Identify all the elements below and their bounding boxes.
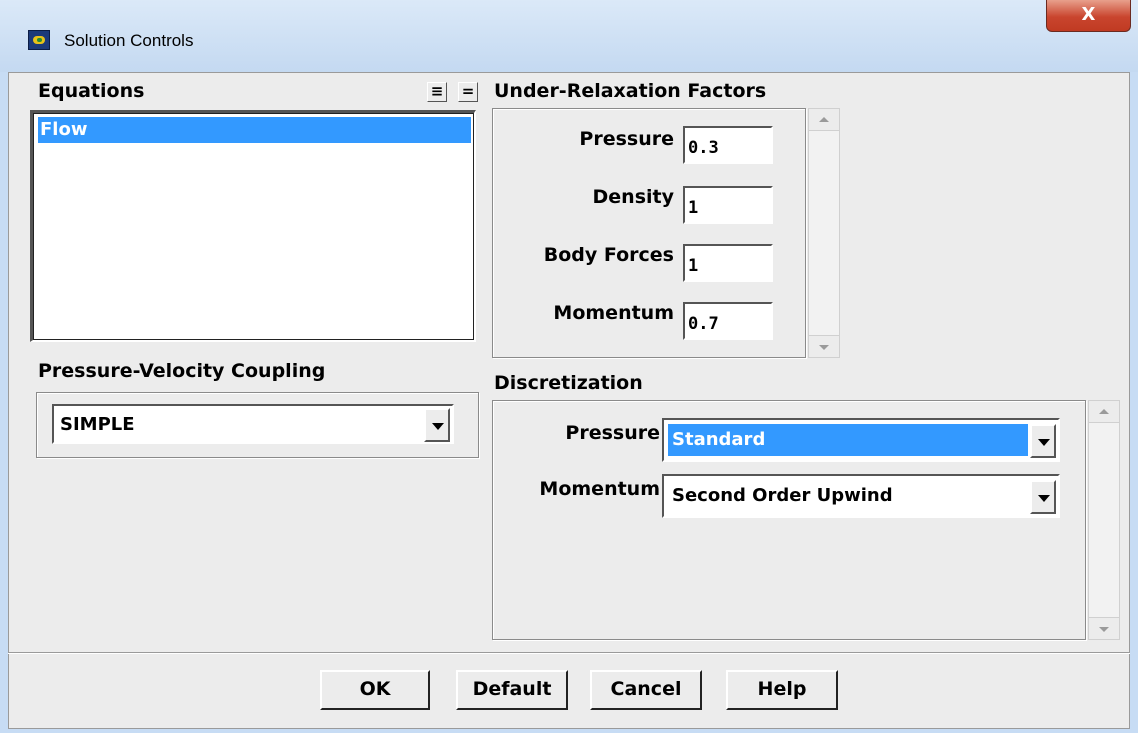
chevron-down-icon[interactable] [1030,424,1056,458]
app-logo-icon [28,30,50,50]
disc-momentum-label: Momentum [539,478,660,500]
window-title: Solution Controls [64,31,194,50]
disc-pressure-select[interactable]: Standard [662,418,1060,462]
equations-list-border: Flow [33,113,474,340]
coupling-select[interactable]: SIMPLE [52,404,454,444]
discretization-scrollbar[interactable] [1088,400,1120,640]
equations-list[interactable]: Flow [30,110,476,342]
ok-button[interactable]: OK [320,670,430,710]
equations-label: Equations [38,80,145,102]
scroll-up-icon[interactable] [809,109,839,131]
disc-pressure-label: Pressure [565,422,660,444]
close-button[interactable]: X [1046,0,1131,32]
relax-body-forces-label: Body Forces [543,244,674,266]
list-item-flow[interactable]: Flow [38,117,471,143]
select-all-button[interactable]: ≡ [427,82,447,102]
relax-density-input[interactable]: 1 [683,186,773,224]
relax-pressure-label: Pressure [579,128,674,150]
scroll-down-icon[interactable] [809,335,839,357]
relax-density-label: Density [592,186,674,208]
disc-momentum-select[interactable]: Second Order Upwind [662,474,1060,518]
coupling-label: Pressure-Velocity Coupling [38,360,326,382]
relaxation-label: Under-Relaxation Factors [494,80,767,102]
dialog-window: Solution Controls X Equations ≡ = Flow P… [0,0,1138,733]
title-bar[interactable]: Solution Controls X [0,0,1138,72]
disc-momentum-selected-value: Second Order Upwind [672,485,893,506]
chevron-down-icon[interactable] [424,408,450,442]
relax-body-forces-input[interactable]: 1 [683,244,773,282]
scroll-down-icon[interactable] [1089,617,1119,639]
default-button[interactable]: Default [456,670,568,710]
close-icon: X [1081,4,1096,25]
button-separator [8,652,1130,654]
relax-momentum-label: Momentum [553,302,674,324]
deselect-all-button[interactable]: = [458,82,478,102]
help-button[interactable]: Help [726,670,838,710]
relax-pressure-input[interactable]: 0.3 [683,126,773,164]
scroll-up-icon[interactable] [1089,401,1119,423]
relaxation-scrollbar[interactable] [808,108,840,358]
coupling-selected-value: SIMPLE [60,414,135,435]
chevron-down-icon[interactable] [1030,480,1056,514]
discretization-label: Discretization [494,372,643,394]
relax-momentum-input[interactable]: 0.7 [683,302,773,340]
disc-pressure-selected-value: Standard [668,424,1028,456]
cancel-button[interactable]: Cancel [590,670,702,710]
